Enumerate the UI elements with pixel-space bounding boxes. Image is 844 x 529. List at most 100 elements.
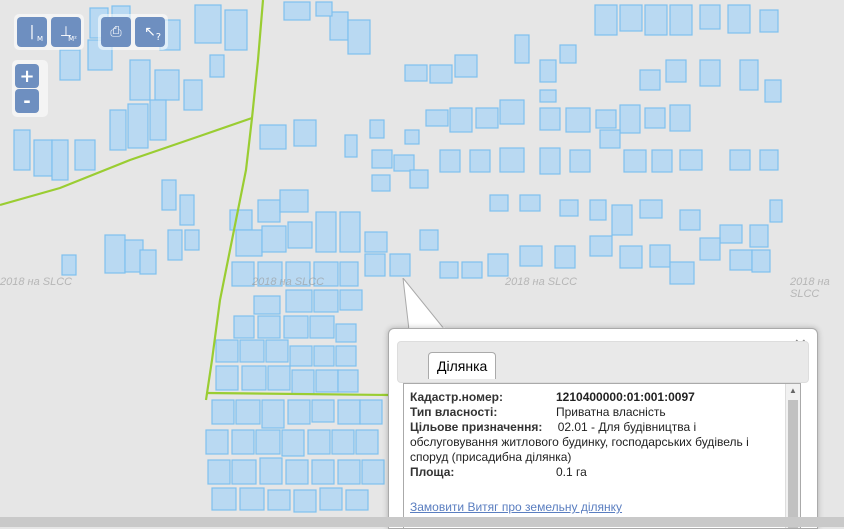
parcel-polygon[interactable] xyxy=(739,59,759,91)
parcel-polygon[interactable] xyxy=(729,149,751,171)
parcel-polygon[interactable] xyxy=(419,229,439,251)
parcel-polygon[interactable] xyxy=(207,459,231,485)
parcel-polygon[interactable] xyxy=(315,211,337,253)
parcel-polygon[interactable] xyxy=(699,4,721,30)
parcel-polygon[interactable] xyxy=(209,54,225,78)
parcel-polygon[interactable] xyxy=(129,59,151,101)
parcel-polygon[interactable] xyxy=(289,345,313,367)
parcel-polygon[interactable] xyxy=(335,345,357,367)
parcel-polygon[interactable] xyxy=(319,487,343,511)
parcel-polygon[interactable] xyxy=(291,369,315,395)
parcel-polygon[interactable] xyxy=(315,1,333,17)
parcel-polygon[interactable] xyxy=(183,79,203,111)
parcel-polygon[interactable] xyxy=(409,169,429,189)
parcel-polygon[interactable] xyxy=(335,323,357,343)
parcel-polygon[interactable] xyxy=(347,19,371,55)
parcel-polygon[interactable] xyxy=(727,4,751,34)
parcel-polygon[interactable] xyxy=(51,139,69,181)
parcel-polygon[interactable] xyxy=(231,261,255,287)
parcel-polygon[interactable] xyxy=(594,4,618,36)
parcel-polygon[interactable] xyxy=(499,99,525,125)
tab-parcel[interactable]: Ділянка xyxy=(428,352,497,379)
parcel-polygon[interactable] xyxy=(161,179,177,211)
parcel-polygon[interactable] xyxy=(235,229,263,257)
print-button[interactable]: ⎙ xyxy=(101,17,131,47)
parcel-polygon[interactable] xyxy=(307,429,331,455)
parcel-polygon[interactable] xyxy=(215,339,239,363)
parcel-polygon[interactable] xyxy=(149,99,167,141)
parcel-polygon[interactable] xyxy=(359,399,383,425)
parcel-polygon[interactable] xyxy=(425,109,449,127)
parcel-polygon[interactable] xyxy=(211,399,235,425)
parcel-polygon[interactable] xyxy=(285,289,313,313)
measure-area-button[interactable]: ⊥ M² xyxy=(51,17,81,47)
parcel-polygon[interactable] xyxy=(253,295,281,315)
parcel-polygon[interactable] xyxy=(235,399,261,425)
parcel-polygon[interactable] xyxy=(679,209,701,231)
parcel-polygon[interactable] xyxy=(469,149,491,173)
parcel-polygon[interactable] xyxy=(499,147,525,173)
parcel-polygon[interactable] xyxy=(404,64,428,82)
parcel-polygon[interactable] xyxy=(639,69,661,91)
parcel-polygon[interactable] xyxy=(589,235,613,257)
zoom-out-button[interactable]: - xyxy=(15,89,39,113)
parcel-polygon[interactable] xyxy=(559,199,579,217)
parcel-polygon[interactable] xyxy=(257,315,281,339)
popup-scrollbar[interactable]: ▲ xyxy=(785,384,800,528)
parcel-polygon[interactable] xyxy=(229,209,253,231)
parcel-polygon[interactable] xyxy=(331,429,355,455)
parcel-polygon[interactable] xyxy=(449,107,473,133)
identify-button[interactable]: ↖? xyxy=(135,17,165,47)
parcel-polygon[interactable] xyxy=(565,107,591,133)
parcel-polygon[interactable] xyxy=(281,429,305,457)
parcel-polygon[interactable] xyxy=(184,229,200,251)
parcel-polygon[interactable] xyxy=(404,129,420,145)
parcel-polygon[interactable] xyxy=(729,249,753,271)
scroll-thumb[interactable] xyxy=(788,400,798,528)
parcel-polygon[interactable] xyxy=(13,129,31,171)
parcel-polygon[interactable] xyxy=(429,64,453,84)
parcel-polygon[interactable] xyxy=(439,261,459,279)
parcel-polygon[interactable] xyxy=(569,149,591,173)
parcel-polygon[interactable] xyxy=(154,69,180,101)
parcel-polygon[interactable] xyxy=(393,154,415,172)
parcel-polygon[interactable] xyxy=(109,109,127,151)
parcel-polygon[interactable] xyxy=(539,59,557,83)
parcel-polygon[interactable] xyxy=(345,489,369,511)
parcel-polygon[interactable] xyxy=(265,339,289,363)
parcel-polygon[interactable] xyxy=(644,107,666,129)
parcel-polygon[interactable] xyxy=(364,253,386,277)
measure-length-button[interactable]: | M xyxy=(17,17,47,47)
parcel-polygon[interactable] xyxy=(194,4,222,44)
parcel-polygon[interactable] xyxy=(104,234,126,274)
parcel-polygon[interactable] xyxy=(283,1,311,21)
parcel-polygon[interactable] xyxy=(389,253,411,277)
parcel-polygon[interactable] xyxy=(475,107,499,129)
parcel-polygon[interactable] xyxy=(769,199,783,223)
parcel-polygon[interactable] xyxy=(364,231,388,253)
parcel-polygon[interactable] xyxy=(261,399,285,429)
parcel-polygon[interactable] xyxy=(329,11,349,41)
parcel-polygon[interactable] xyxy=(211,487,237,511)
parcel-polygon[interactable] xyxy=(361,459,385,485)
parcel-polygon[interactable] xyxy=(339,261,359,287)
parcel-polygon[interactable] xyxy=(313,345,335,367)
parcel-polygon[interactable] xyxy=(309,315,335,339)
parcel-polygon[interactable] xyxy=(233,315,255,339)
parcel-polygon[interactable] xyxy=(595,109,617,129)
parcel-polygon[interactable] xyxy=(759,9,779,33)
parcel-polygon[interactable] xyxy=(285,459,309,485)
parcel-polygon[interactable] xyxy=(454,54,478,78)
parcel-polygon[interactable] xyxy=(439,149,461,173)
parcel-polygon[interactable] xyxy=(337,369,359,393)
parcel-polygon[interactable] xyxy=(554,245,576,269)
parcel-polygon[interactable] xyxy=(589,199,607,221)
parcel-polygon[interactable] xyxy=(371,174,391,192)
parcel-polygon[interactable] xyxy=(665,59,687,83)
parcel-polygon[interactable] xyxy=(74,139,96,171)
parcel-polygon[interactable] xyxy=(679,149,703,171)
parcel-polygon[interactable] xyxy=(751,249,771,273)
order-extract-link[interactable]: Замовити Витяг про земельну ділянку xyxy=(410,500,622,514)
parcel-polygon[interactable] xyxy=(287,399,311,425)
parcel-polygon[interactable] xyxy=(259,124,287,150)
